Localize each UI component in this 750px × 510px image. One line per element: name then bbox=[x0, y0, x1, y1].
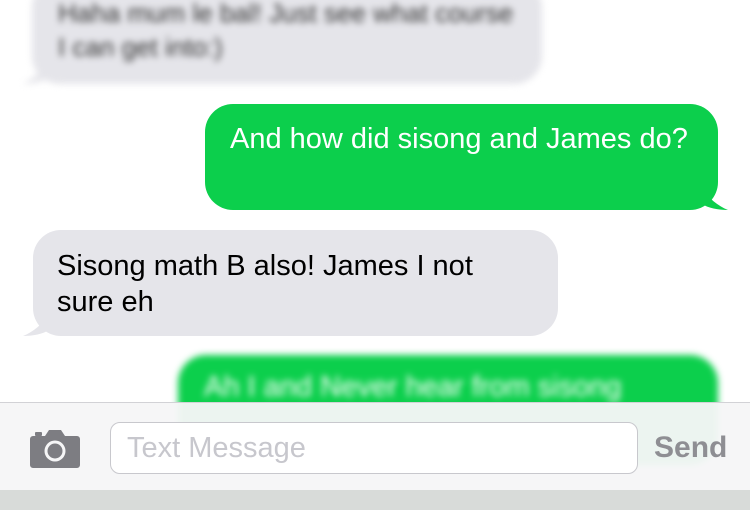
messages-screen: Haha mum le bal! Just see what course I … bbox=[0, 0, 750, 510]
message-text: Ah I and Never hear from sisong bbox=[204, 371, 622, 403]
send-button[interactable]: Send bbox=[654, 427, 727, 469]
message-text: Sisong math B also! James I not sure eh bbox=[57, 250, 473, 318]
message-text-field[interactable] bbox=[110, 422, 638, 474]
bubble-tail bbox=[23, 314, 49, 336]
camera-button[interactable] bbox=[29, 427, 81, 469]
message-bubble-received[interactable]: Sisong math B also! James I not sure eh bbox=[23, 230, 558, 336]
keyboard-edge bbox=[0, 490, 750, 510]
camera-icon bbox=[30, 430, 80, 468]
message-text: And how did sisong and James do? bbox=[230, 123, 688, 155]
bubble-tail bbox=[22, 62, 48, 84]
message-bubble-sent[interactable]: And how did sisong and James do? bbox=[205, 104, 728, 210]
message-text: Haha mum le bal! Just see what course I … bbox=[58, 0, 514, 62]
bubble-tail bbox=[702, 188, 728, 210]
message-bubble-received[interactable]: Haha mum le bal! Just see what course I … bbox=[22, 0, 542, 84]
message-input-bar: Send bbox=[0, 402, 750, 491]
